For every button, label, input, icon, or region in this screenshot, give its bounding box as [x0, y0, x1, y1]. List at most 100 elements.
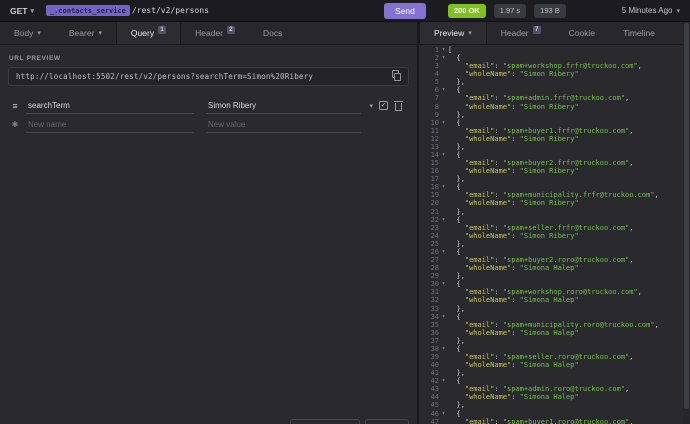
url-path[interactable]: /rest/v2/persons	[132, 6, 209, 15]
line-number: 36	[430, 328, 439, 337]
code-text: {	[448, 215, 461, 224]
code-line: 18 ▾ {	[419, 183, 690, 191]
code-line: 38 ▾ {	[419, 345, 690, 353]
fold-arrow-icon[interactable]: ▾	[439, 280, 448, 288]
fold-arrow-icon[interactable]: ▾	[439, 86, 448, 94]
line-number: 35	[430, 320, 439, 329]
code-text: },	[448, 369, 465, 378]
line-number: 40	[430, 361, 439, 370]
param-action-button[interactable]	[365, 419, 409, 424]
tab-body[interactable]: Body ▾	[0, 22, 55, 44]
code-text: "wholeName": "Simon Ribery"	[464, 134, 579, 143]
code-text: {	[448, 312, 461, 321]
fold-gutter	[439, 353, 448, 361]
code-text: "email": "spam+municipality.roro@truckoo…	[464, 320, 659, 329]
code-text: },	[448, 207, 465, 216]
tab-docs[interactable]: Docs	[249, 22, 296, 44]
tab-header[interactable]: Header 2	[181, 22, 249, 44]
code-text: "email": "spam+workshop.roro@truckoo.com…	[464, 288, 642, 297]
send-button[interactable]: Send	[384, 2, 426, 19]
param-enabled-checkbox[interactable]: ✓	[379, 101, 388, 110]
environment-variable-tag[interactable]: _.contacts_service	[46, 5, 130, 16]
fold-arrow-icon[interactable]: ▾	[439, 183, 448, 191]
line-number: 47	[430, 417, 439, 424]
param-value-input[interactable]	[206, 97, 362, 114]
tab-preview[interactable]: Preview ▾	[419, 22, 487, 44]
fold-arrow-icon[interactable]: ▾	[439, 345, 448, 353]
copy-icon[interactable]	[390, 70, 404, 83]
code-text: "email": "spam+seller.roro@truckoo.com",	[464, 352, 634, 361]
fold-arrow-icon[interactable]: ▾	[439, 410, 448, 418]
fold-arrow-icon[interactable]: ▾	[439, 151, 448, 159]
code-line: 11 "email": "spam+buyer1.frfr@truckoo.co…	[419, 127, 690, 135]
fold-gutter	[439, 111, 448, 119]
line-number: 17	[430, 175, 439, 184]
line-number: 39	[430, 352, 439, 361]
fold-gutter	[439, 296, 448, 304]
code-line: 31 "email": "spam+workshop.roro@truckoo.…	[419, 288, 690, 296]
line-number: 41	[430, 369, 439, 378]
code-text: "email": "spam+buyer1.frfr@truckoo.com",	[464, 126, 634, 135]
line-number: 15	[430, 159, 439, 168]
code-line: 46 ▾ {	[419, 410, 690, 418]
param-name-input[interactable]	[26, 97, 194, 114]
fold-gutter	[439, 135, 448, 143]
code-text: "email": "spam+municipality.frfr@truckoo…	[464, 191, 659, 200]
response-body[interactable]: 1 ▾[2 ▾ {3 "email": "spam+workshop.frfr@tr…	[419, 45, 690, 424]
code-text: "email": "spam+admin.frfr@truckoo.com",	[464, 94, 630, 103]
line-number: 10	[430, 118, 439, 127]
response-history-dropdown[interactable]: 5 Minutes Ago ▾	[622, 6, 690, 15]
request-tabbar: Body ▾ Bearer ▾ Query 1 Header 2 Docs	[0, 22, 417, 45]
code-text: "wholeName": "Simon Ribery"	[464, 102, 579, 111]
line-number: 46	[430, 409, 439, 418]
fold-arrow-icon[interactable]: ▾	[439, 54, 448, 62]
method-dropdown[interactable]: GET ▾	[10, 6, 34, 16]
code-text: "wholeName": "Simon Ribery"	[464, 167, 579, 176]
fold-gutter	[439, 305, 448, 313]
tab-bearer[interactable]: Bearer ▾	[55, 22, 116, 44]
line-number: 14	[430, 151, 439, 160]
value-options-dropdown-icon[interactable]: ▾	[369, 102, 373, 110]
query-count-badge: 1	[158, 26, 167, 34]
scrollbar[interactable]	[683, 22, 690, 424]
fold-arrow-icon[interactable]: ▾	[439, 119, 448, 127]
line-number: 27	[430, 256, 439, 265]
param-action-button[interactable]	[290, 419, 360, 424]
fold-arrow-icon[interactable]: ▾	[439, 313, 448, 321]
fold-gutter	[439, 175, 448, 183]
tab-response-header[interactable]: Header 7	[487, 22, 555, 44]
url-editor[interactable]: GET ▾ _.contacts_service /rest/v2/person…	[0, 0, 380, 21]
fold-arrow-icon[interactable]: ▾	[439, 248, 448, 256]
scrollbar-thumb[interactable]	[684, 23, 689, 409]
fold-gutter	[439, 272, 448, 280]
code-text: "wholeName": "Simona Halep"	[464, 296, 579, 305]
tab-cookie[interactable]: Cookie	[555, 22, 609, 44]
delete-param-icon[interactable]	[394, 100, 403, 111]
code-text: "email": "spam+workshop.frfr@truckoo.com…	[464, 62, 642, 71]
new-param-value-input[interactable]	[206, 116, 362, 133]
fold-arrow-icon[interactable]: ▾	[439, 46, 448, 54]
tab-timeline[interactable]: Timeline	[609, 22, 669, 44]
code-line: 36 "wholeName": "Simona Halep"	[419, 329, 690, 337]
new-param-name-input[interactable]	[26, 116, 194, 133]
fold-arrow-icon[interactable]: ▾	[439, 377, 448, 385]
line-number: 5	[434, 78, 439, 87]
fold-gutter	[439, 191, 448, 199]
fold-gutter	[439, 401, 448, 409]
fold-gutter	[439, 103, 448, 111]
code-text: "wholeName": "Simona Halep"	[464, 361, 579, 370]
tab-query[interactable]: Query 1	[115, 22, 182, 44]
fold-arrow-icon[interactable]: ▾	[439, 216, 448, 224]
url-preview-box: http://localhost:5502/rest/v2/persons?se…	[8, 67, 409, 86]
fold-gutter	[439, 143, 448, 151]
drag-handle-icon[interactable]: ≡	[8, 101, 22, 111]
code-text: },	[448, 401, 465, 410]
code-line: 42 ▾ {	[419, 377, 690, 385]
code-line: 39 "email": "spam+seller.roro@truckoo.co…	[419, 353, 690, 361]
code-text: },	[448, 142, 465, 151]
code-text: "wholeName": "Simon Ribery"	[464, 199, 579, 208]
line-number: 9	[434, 110, 439, 119]
line-number: 3	[434, 62, 439, 71]
code-line: 44 "wholeName": "Simona Halep"	[419, 393, 690, 401]
fold-gutter	[439, 78, 448, 86]
